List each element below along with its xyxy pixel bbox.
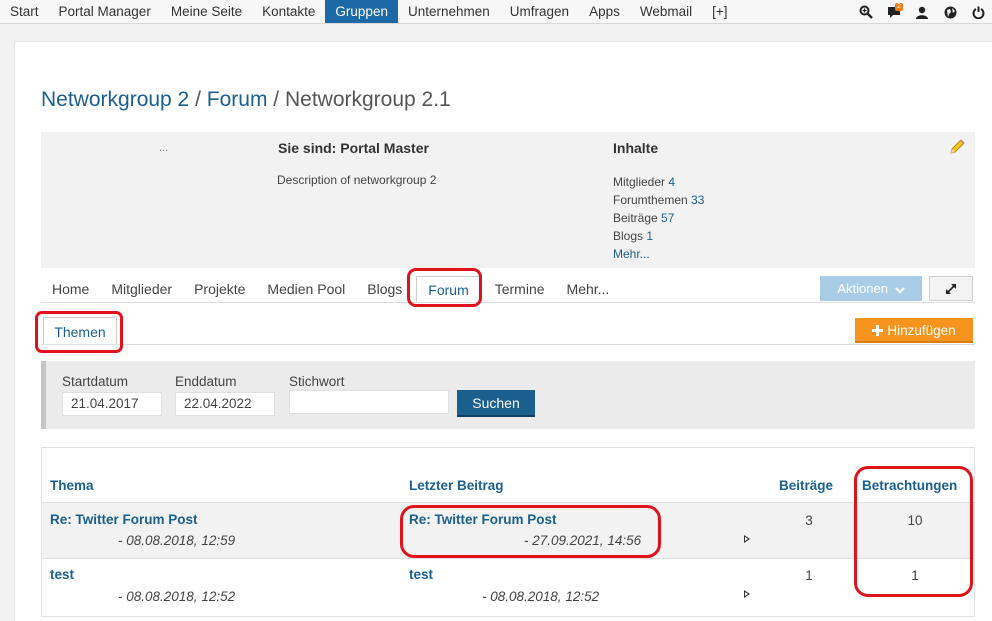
edit-pencil-icon[interactable] <box>948 138 966 159</box>
stat-label: Forumthemen <box>613 193 688 207</box>
breadcrumb-separator: / <box>267 88 285 111</box>
posts-count: 3 <box>805 513 813 528</box>
group-description: Description of networkgroup 2 <box>277 173 437 187</box>
column-header-beitraege[interactable]: Beiträge <box>779 478 833 493</box>
expand-fullscreen-button[interactable] <box>929 276 973 301</box>
posts-count: 1 <box>805 568 813 583</box>
search-button[interactable]: Suchen <box>457 390 535 417</box>
end-date-input[interactable]: 22.04.2022 <box>175 392 275 416</box>
group-stats: Mitglieder 4 Forumthemen 33 Beiträge 57 … <box>613 173 704 263</box>
user-icon[interactable] <box>908 0 936 24</box>
stat-blogs: Blogs 1 <box>613 227 704 245</box>
topic-date: - 08.08.2018, 12:52 <box>118 589 236 604</box>
actions-label: Aktionen <box>837 281 888 296</box>
stat-label: Mitglieder <box>613 175 666 189</box>
stat-forum-topics: Forumthemen 33 <box>613 191 704 209</box>
nav-add-more[interactable]: [+] <box>702 0 737 23</box>
tabs-divider <box>41 302 975 303</box>
tab-projekte[interactable]: Projekte <box>183 276 256 302</box>
start-date-label: Startdatum <box>62 374 129 389</box>
topic-link[interactable]: Re: Twitter Forum Post <box>50 512 198 527</box>
last-post-date: - 08.08.2018, 12:52 <box>482 589 600 604</box>
search-icon[interactable] <box>852 0 880 24</box>
topic-date: - 08.08.2018, 12:59 <box>118 533 236 548</box>
play-arrow-icon[interactable] <box>744 535 750 543</box>
stat-posts: Beiträge 57 <box>613 209 704 227</box>
annotation-last-post <box>400 505 661 558</box>
breadcrumb-separator: / <box>189 88 207 111</box>
tab-home[interactable]: Home <box>41 276 100 302</box>
nav-meine-seite[interactable]: Meine Seite <box>161 0 252 23</box>
topnav-icons: 2 <box>852 0 992 24</box>
breadcrumb-group-link[interactable]: Networkgroup 2 <box>41 88 189 111</box>
group-image-placeholder: ... <box>159 142 169 154</box>
breadcrumb-current: Networkgroup 2.1 <box>284 88 451 111</box>
start-date-input[interactable]: 21.04.2017 <box>62 392 162 416</box>
tab-mehr[interactable]: Mehr... <box>556 276 621 302</box>
globe-icon[interactable] <box>936 0 964 24</box>
keyword-input[interactable] <box>289 390 449 414</box>
row-divider <box>42 558 974 559</box>
more-link[interactable]: Mehr... <box>613 245 704 263</box>
annotation-views-column <box>854 466 973 597</box>
stat-value-link[interactable]: 4 <box>668 175 675 189</box>
stat-value-link[interactable]: 1 <box>646 229 653 243</box>
notification-badge: 2 <box>895 3 903 11</box>
breadcrumb-forum-link[interactable]: Forum <box>207 88 268 111</box>
stat-value-link[interactable]: 33 <box>691 193 704 207</box>
user-role: Sie sind: Portal Master <box>278 140 429 156</box>
add-button[interactable]: Hinzufügen <box>855 318 973 343</box>
end-date-label: Enddatum <box>175 374 237 389</box>
tab-termine[interactable]: Termine <box>484 276 556 302</box>
column-header-thema[interactable]: Thema <box>50 478 94 493</box>
nav-apps[interactable]: Apps <box>579 0 630 23</box>
contents-title: Inhalte <box>613 140 659 156</box>
last-post-link[interactable]: test <box>409 567 433 582</box>
stat-value-link[interactable]: 57 <box>661 211 674 225</box>
nav-umfragen[interactable]: Umfragen <box>500 0 579 23</box>
topic-link[interactable]: test <box>50 567 74 582</box>
add-button-label: Hinzufügen <box>887 323 956 338</box>
top-navigation: Start Portal Manager Meine Seite Kontakt… <box>0 0 992 24</box>
stat-label: Blogs <box>613 229 644 243</box>
nav-gruppen[interactable]: Gruppen <box>325 0 398 23</box>
nav-webmail[interactable]: Webmail <box>630 0 702 23</box>
expand-icon <box>946 283 956 294</box>
stat-members: Mitglieder 4 <box>613 173 704 191</box>
annotation-forum-tab <box>407 268 482 307</box>
chevron-down-icon <box>894 286 905 294</box>
nav-unternehmen[interactable]: Unternehmen <box>398 0 500 23</box>
power-icon[interactable] <box>964 0 992 24</box>
tab-medien-pool[interactable]: Medien Pool <box>256 276 356 302</box>
play-arrow-icon[interactable] <box>744 590 750 598</box>
annotation-themen-subtab <box>35 311 123 353</box>
messages-icon[interactable]: 2 <box>880 0 908 24</box>
tab-mitglieder[interactable]: Mitglieder <box>100 276 183 302</box>
plus-icon <box>872 325 884 336</box>
subtabs-divider <box>41 344 975 345</box>
keyword-label: Stichwort <box>289 374 345 389</box>
group-tabs: Home Mitglieder Projekte Medien Pool Blo… <box>41 276 620 302</box>
stat-label: Beiträge <box>613 211 658 225</box>
nav-start[interactable]: Start <box>0 0 49 23</box>
group-info-box <box>41 132 975 268</box>
breadcrumb: Networkgroup 2 / Forum / Networkgroup 2.… <box>41 88 451 112</box>
tab-blogs[interactable]: Blogs <box>356 276 413 302</box>
nav-kontakte[interactable]: Kontakte <box>252 0 325 23</box>
column-header-letzter-beitrag[interactable]: Letzter Beitrag <box>409 478 504 493</box>
nav-portal-manager[interactable]: Portal Manager <box>49 0 161 23</box>
actions-dropdown-button[interactable]: Aktionen <box>820 276 922 301</box>
